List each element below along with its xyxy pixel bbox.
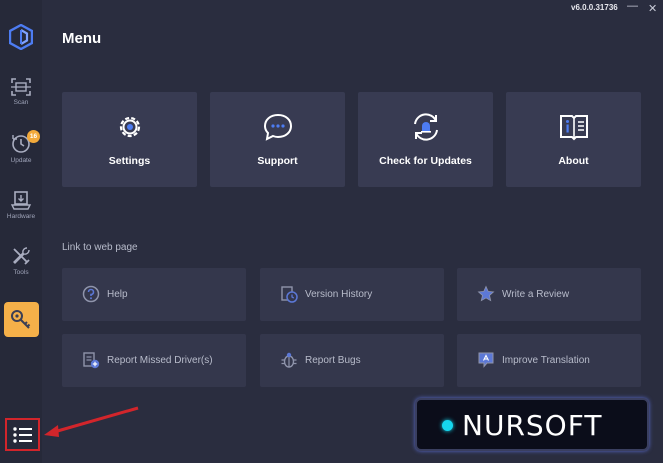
links-section-title: Link to web page (62, 242, 138, 253)
minimize-button[interactable]: — (627, 0, 638, 12)
link-label: Write a Review (502, 289, 570, 300)
red-arrow-annotation (44, 406, 139, 437)
sidebar-item-label: Tools (13, 269, 29, 276)
sidebar-item-update[interactable]: 16 Update (0, 130, 42, 174)
sidebar-item-label: Scan (13, 99, 29, 106)
refresh-bell-icon (413, 113, 438, 141)
help-icon (82, 285, 100, 303)
card-label: Settings (108, 155, 151, 167)
app-logo-icon (9, 24, 33, 50)
nursoft-watermark: NURSOFT (415, 398, 649, 451)
link-label: Help (107, 289, 128, 300)
link-label: Report Missed Driver(s) (107, 355, 213, 366)
update-count-badge: 16 (27, 130, 40, 143)
page-title: Menu (62, 30, 102, 47)
report-bugs-link[interactable]: Report Bugs (260, 334, 444, 387)
tools-icon (13, 247, 30, 265)
support-card[interactable]: Support (210, 92, 345, 187)
sidebar-item-tools[interactable]: Tools (0, 242, 42, 286)
about-card[interactable]: About (506, 92, 641, 187)
sidebar-item-label: Hardware (6, 213, 36, 220)
improve-translation-link[interactable]: Improve Translation (457, 334, 641, 387)
bug-icon (281, 352, 297, 368)
star-icon (477, 285, 495, 302)
card-label: Support (257, 155, 298, 167)
card-label: About (558, 155, 589, 167)
chat-bubble-icon (263, 113, 292, 141)
scan-icon (11, 78, 31, 96)
watermark-dot (442, 420, 453, 431)
close-button[interactable]: ✕ (648, 2, 657, 15)
sidebar-item-hardware[interactable]: Hardware (0, 186, 42, 230)
sidebar-item-label: Update (10, 157, 32, 164)
sidebar: Scan 16 Update Hardware Tools (0, 0, 42, 463)
sidebar-item-scan[interactable]: Scan (0, 74, 42, 118)
menu-list-icon (13, 427, 32, 443)
link-label: Version History (305, 289, 373, 300)
card-label: Check for Updates (379, 155, 472, 167)
write-a-review-link[interactable]: Write a Review (457, 268, 641, 321)
hardware-icon (10, 191, 32, 210)
key-icon (11, 310, 31, 329)
watermark-text: NURSOFT (462, 409, 603, 442)
translate-icon (478, 352, 494, 368)
check-for-updates-card[interactable]: Check for Updates (358, 92, 493, 187)
info-book-icon (559, 115, 588, 141)
version-label: v6.0.0.31736 (571, 3, 618, 12)
report-driver-icon (83, 352, 100, 369)
version-history-link[interactable]: Version History (260, 268, 444, 321)
link-label: Report Bugs (305, 355, 361, 366)
settings-card[interactable]: Settings (62, 92, 197, 187)
link-label: Improve Translation (502, 355, 590, 366)
gear-icon (119, 116, 140, 138)
report-missed-drivers-link[interactable]: Report Missed Driver(s) (62, 334, 246, 387)
help-link[interactable]: Help (62, 268, 246, 321)
history-icon (281, 286, 298, 303)
menu-button[interactable] (5, 418, 40, 451)
license-key-button[interactable] (4, 302, 39, 337)
